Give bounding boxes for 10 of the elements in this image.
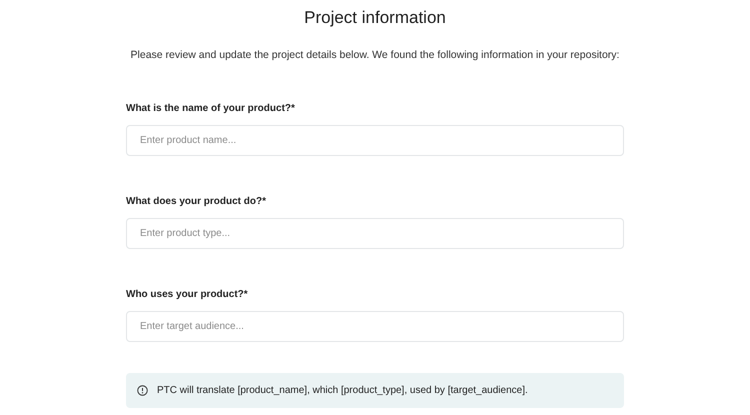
field-label: What is the name of your product?* <box>126 102 296 116</box>
field-label: Who uses your product?* <box>126 288 249 302</box>
text-input-field[interactable]: Enter product type... <box>126 218 624 249</box>
page-description: Please review and update the project details below. We found the following information in your repository: <box>130 48 620 62</box>
page-title: Project information <box>304 7 446 29</box>
info-icon <box>137 385 148 396</box>
text-input-field[interactable]: Enter product name... <box>126 125 624 156</box>
field-label: What does your product do?* <box>126 195 267 209</box>
info-text: PTC will translate [product_name], which [product_type], used by [target_audience]. <box>157 384 528 398</box>
text-input-field[interactable]: Enter target audience... <box>126 311 624 342</box>
